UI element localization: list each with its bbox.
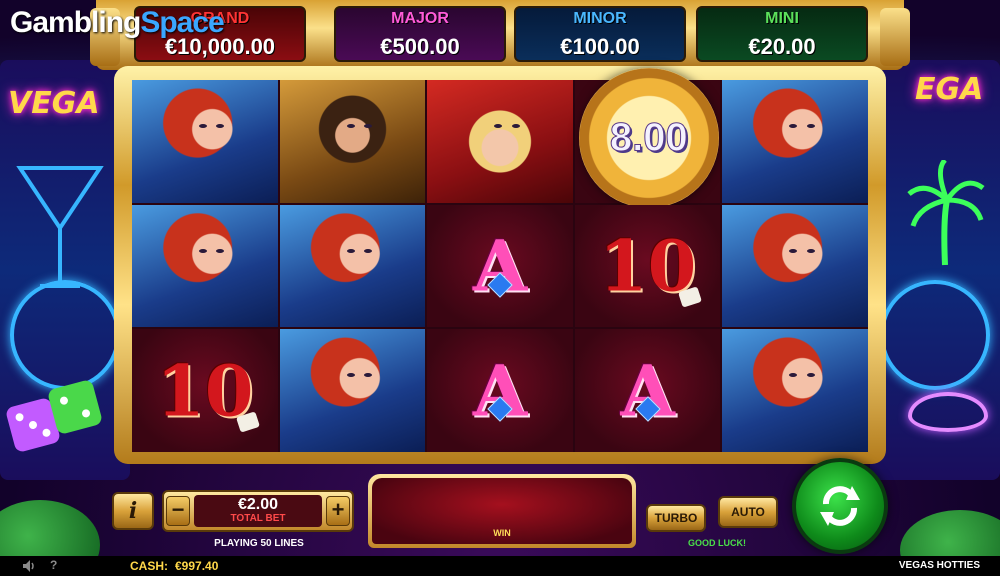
symbol-eye (789, 373, 798, 378)
watermark-part2: Space (140, 6, 224, 39)
redhead-woman-symbol (132, 80, 278, 203)
jackpot-major-amount: €500.00 (380, 34, 460, 59)
decrease-bet-button[interactable]: − (166, 496, 190, 526)
status-message: GOOD LUCK! (688, 538, 746, 548)
jackpot-mini: MINI €20.00 (696, 6, 868, 62)
lines-played-text: PLAYING 50 LINES (214, 538, 304, 549)
turbo-button[interactable]: TURBO (646, 504, 706, 532)
symbol-eye (806, 124, 815, 129)
brunette-woman-symbol (279, 80, 426, 203)
redhead-woman-symbol (132, 204, 278, 328)
watermark-part1: Gambling (10, 6, 141, 39)
jackpot-mini-label: MINI (765, 10, 799, 27)
bet-panel: − €2.00 TOTAL BET + (162, 490, 354, 532)
symbol-eye (511, 124, 520, 129)
reel-grid: 8.00 A 10 10 A A (132, 68, 868, 452)
palm-tree-icon (907, 160, 985, 266)
left-vegas-sign: VEGA (8, 86, 100, 121)
cash-chip-symbol: 8.00 (574, 68, 721, 208)
jackpot-major: MAJOR €500.00 (334, 6, 506, 62)
win-display: WIN (372, 478, 632, 544)
chip-value: 8.00 (609, 115, 688, 160)
jackpot-major-label: MAJOR (391, 10, 449, 27)
symbol-eye (364, 373, 373, 378)
spin-button[interactable] (792, 458, 888, 554)
win-label: WIN (493, 528, 511, 538)
symbol-eye (346, 373, 355, 378)
autoplay-button[interactable]: AUTO (718, 496, 778, 528)
jackpot-minor: MINOR €100.00 (514, 6, 686, 62)
symbol-eye (364, 124, 373, 129)
total-bet-value: €2.00 (237, 496, 279, 513)
chip-coin-icon: 8.00 (578, 68, 719, 208)
status-bar: ? CASH: €997.40 VEGAS HOTTIES (0, 556, 1000, 576)
ace-symbol: A (427, 329, 573, 452)
neon-lips-icon (908, 392, 988, 432)
reel-frame: 8.00 A 10 10 A A (114, 66, 886, 464)
cocktail-glass-icon (16, 166, 104, 288)
right-vegas-sign: EGA (915, 72, 984, 107)
symbol-eye (346, 124, 355, 129)
watermark-logo: GamblingSpace (10, 6, 225, 40)
jackpot-minor-label: MINOR (573, 10, 627, 27)
total-bet-display: €2.00 TOTAL BET (194, 495, 322, 527)
redhead-woman-symbol (722, 204, 868, 328)
sound-icon[interactable] (22, 559, 36, 573)
symbol-eye (806, 373, 815, 378)
cash-value: €997.40 (175, 559, 219, 573)
redhead-woman-symbol (722, 329, 868, 452)
increase-bet-button[interactable]: + (326, 496, 350, 526)
symbol-eye (789, 124, 798, 129)
blonde-woman-symbol (427, 80, 573, 203)
control-panel: i − €2.00 TOTAL BET + PLAYING 50 LINES W… (112, 474, 792, 554)
symbol-eye (789, 248, 798, 253)
game-name: VEGAS HOTTIES (898, 560, 980, 571)
symbol-eye (364, 248, 373, 253)
ten-symbol: 10 (574, 204, 721, 328)
game-stage: VEGA EGA GamblingSpace GRAND €10,000.00 … (0, 0, 1000, 576)
spin-arrows-icon (820, 486, 860, 526)
right-neon-ring (880, 280, 990, 390)
total-bet-label: TOTAL BET (230, 513, 286, 524)
jackpot-minor-amount: €100.00 (560, 34, 640, 59)
redhead-woman-symbol (279, 204, 426, 328)
ten-symbol: 10 (132, 329, 278, 452)
jackpot-endcap-right (880, 8, 910, 66)
symbol-eye (216, 124, 225, 129)
cash-label: CASH: (130, 559, 168, 573)
redhead-woman-symbol (279, 329, 426, 452)
ace-symbol: A (574, 329, 721, 452)
ace-symbol: A (427, 204, 573, 328)
win-panel: WIN (368, 474, 636, 548)
symbol-eye (198, 248, 207, 253)
jackpot-mini-amount: €20.00 (748, 34, 816, 59)
symbol-eye (346, 248, 355, 253)
symbol-eye (494, 124, 503, 129)
info-button[interactable]: i (112, 492, 154, 530)
symbol-eye (216, 248, 225, 253)
help-icon[interactable]: ? (50, 558, 57, 572)
symbol-eye (806, 248, 815, 253)
symbol-eye (198, 124, 207, 129)
redhead-woman-symbol (722, 80, 868, 203)
